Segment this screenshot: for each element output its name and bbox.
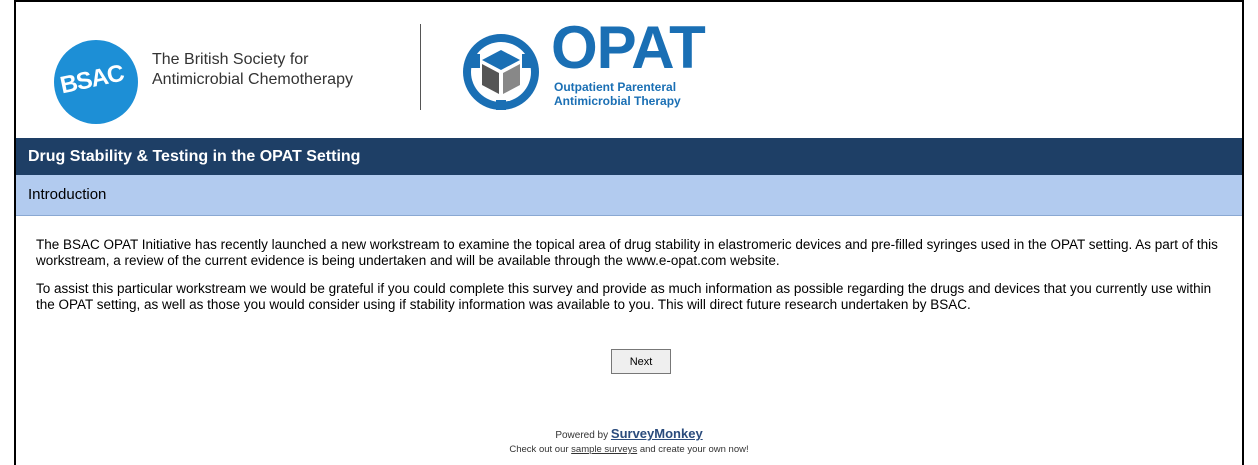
powered-by-label: Powered by bbox=[555, 430, 609, 441]
opat-subtitle: Outpatient Parenteral Antimicrobial Ther… bbox=[554, 80, 681, 108]
page-header: BSAC The British Society for Antimicrobi… bbox=[16, 2, 1242, 138]
checkout-prefix: Check out our bbox=[509, 444, 569, 455]
header-divider bbox=[420, 24, 421, 110]
bsac-name-line2: Antimicrobial Chemotherapy bbox=[152, 71, 353, 88]
opat-title: OPAT bbox=[551, 14, 706, 81]
intro-text: The BSAC OPAT Initiative has recently la… bbox=[36, 237, 1231, 325]
bsac-logo: BSAC bbox=[54, 40, 138, 124]
powered-by: Powered by SurveyMonkey bbox=[16, 426, 1242, 441]
survey-page: BSAC The British Society for Antimicrobi… bbox=[14, 0, 1244, 465]
sample-surveys-link[interactable]: sample surveys bbox=[571, 444, 637, 455]
checkout-line: Check out our sample surveys and create … bbox=[16, 444, 1242, 455]
opat-sub-line1: Outpatient Parenteral bbox=[554, 80, 677, 94]
opat-sub-line2: Antimicrobial Therapy bbox=[554, 94, 681, 108]
opat-cube-icon bbox=[463, 34, 539, 110]
survey-title: Drug Stability & Testing in the OPAT Set… bbox=[16, 138, 1242, 175]
section-heading: Introduction bbox=[16, 175, 1242, 216]
surveymonkey-link[interactable]: SurveyMonkey bbox=[611, 426, 703, 441]
bsac-name: The British Society for Antimicrobial Ch… bbox=[152, 50, 353, 90]
intro-paragraph-2: To assist this particular workstream we … bbox=[36, 281, 1212, 312]
intro-paragraph-1: The BSAC OPAT Initiative has recently la… bbox=[36, 237, 1218, 268]
next-button[interactable]: Next bbox=[611, 349, 671, 374]
bsac-logo-text: BSAC bbox=[57, 59, 127, 100]
checkout-suffix: and create your own now! bbox=[639, 444, 749, 455]
bsac-name-line1: The British Society for bbox=[152, 51, 309, 68]
